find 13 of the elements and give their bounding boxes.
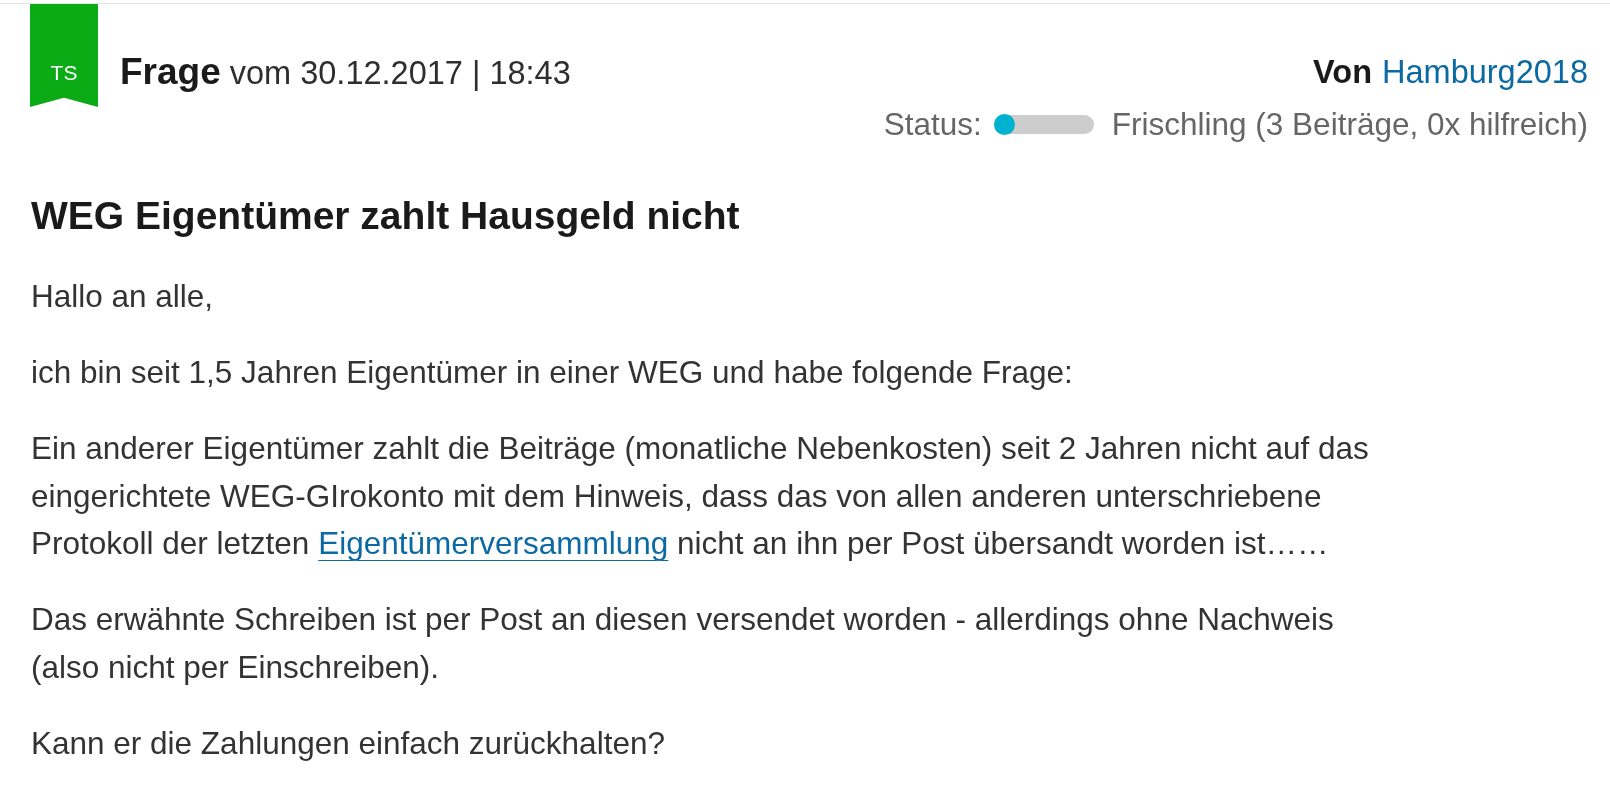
post-title: WEG Eigentümer zahlt Hausgeld nicht: [31, 193, 741, 239]
status-rank: Frischling (3 Beiträge, 0x hilfreich): [1111, 106, 1588, 142]
body-paragraph: ich bin seit 1,5 Jahren Eigentümer in einer WEG und habe folgende Frage:: [31, 353, 1074, 392]
post-heading: Frage vom 30.12.2017 | 18:43: [120, 52, 571, 93]
body-paragraph: Das erwähnte Schreiben ist per Post an diesen versendet worden - allerdings ohne Nachweis (also nicht per Einschreiben).: [31, 600, 1335, 687]
text-link[interactable]: Eigentümerversammlung: [318, 525, 669, 561]
author-badge: TS: [30, 4, 98, 107]
body-paragraph: Hallo an alle,: [31, 277, 215, 316]
author-link[interactable]: Hamburg2018: [1382, 52, 1588, 92]
author-label: Von: [1313, 53, 1373, 92]
body-paragraph: Ein anderer Eigentümer zahlt die Beiträge (monatliche Nebenkosten) seit 2 Jahren nicht auf das eingerichtete WEG-GIrokonto mit dem Hinweis, dass das von allen anderen unterschriebene Protokoll der letzten Eigentümerversammlung nicht an ihn per Post übersandt worden ist……: [31, 429, 1370, 563]
status-label: Status:: [883, 106, 982, 142]
body-paragraph: Kann er die Zahlungen einfach zurückhalten?: [31, 723, 666, 763]
